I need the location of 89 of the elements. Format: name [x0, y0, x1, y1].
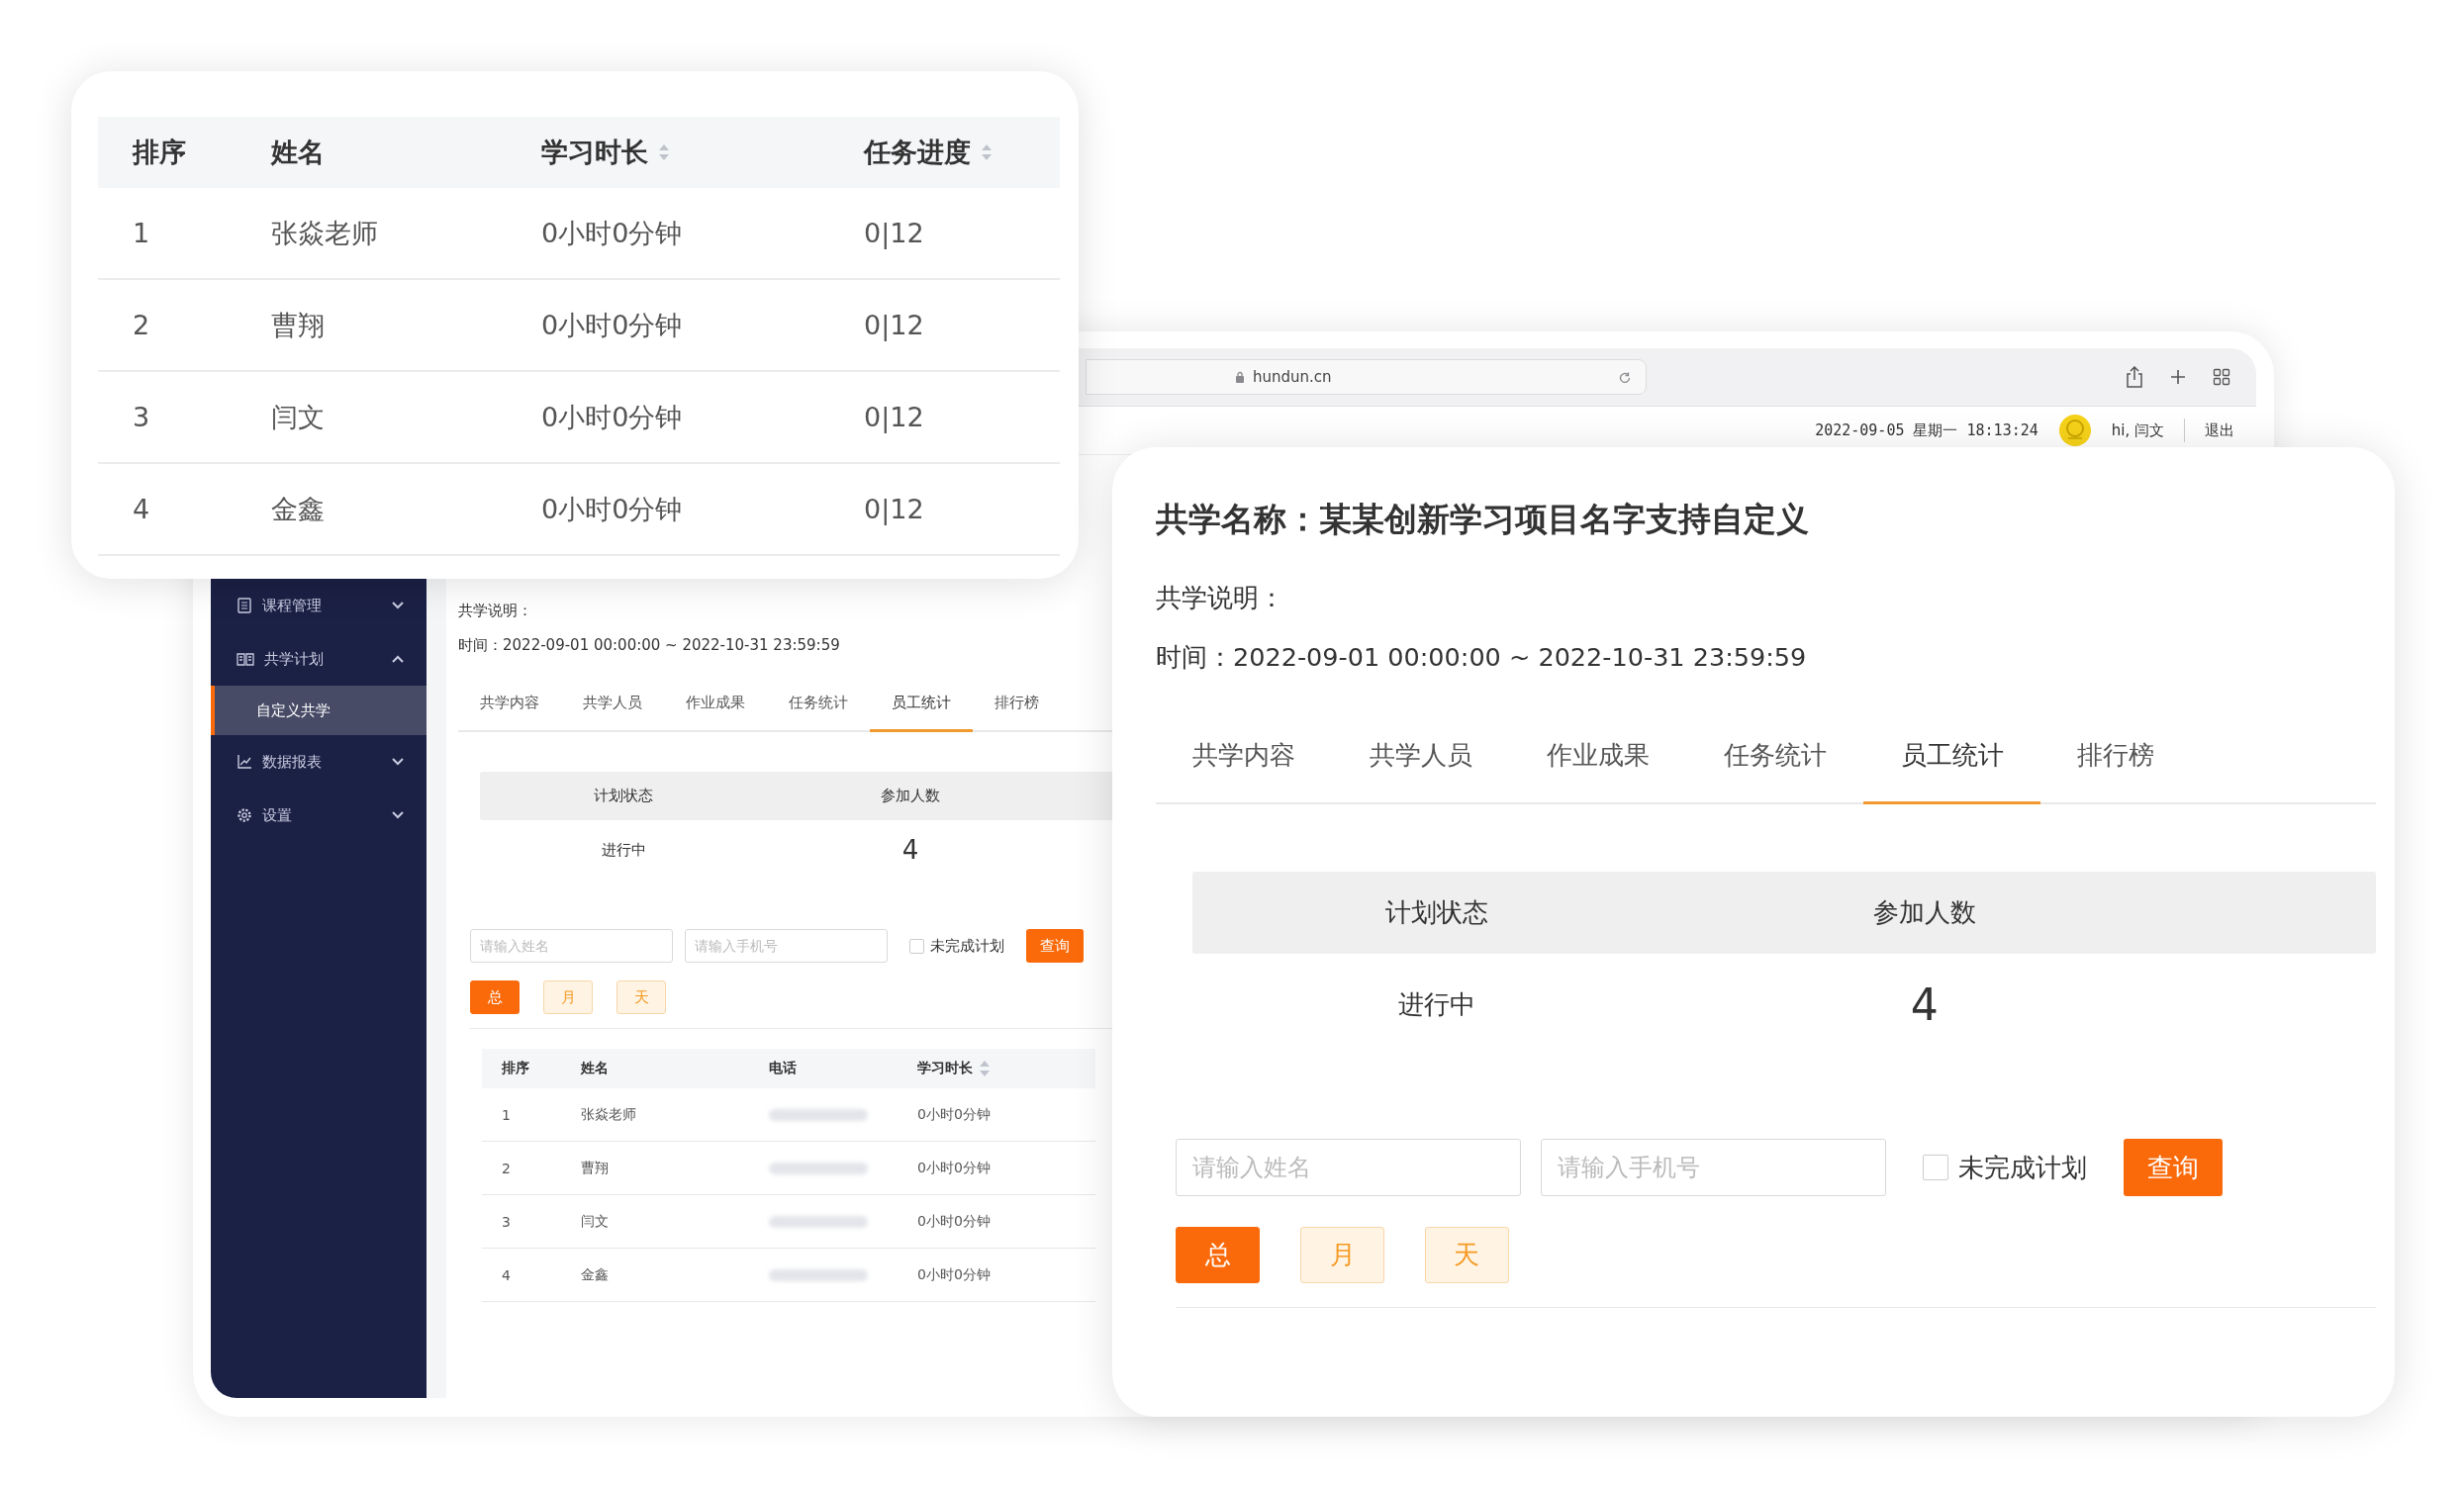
book-icon	[237, 652, 254, 666]
checkbox-label: 未完成计划	[1957, 1151, 2087, 1184]
sidebar-item[interactable]: 设置	[211, 789, 426, 842]
tabs-grid-icon	[2213, 368, 2230, 386]
column-header: 排序	[133, 136, 186, 169]
tab[interactable]: 排行榜	[973, 677, 1061, 732]
table-cell: 2	[133, 310, 150, 340]
table-cell-text: 金鑫	[271, 492, 325, 526]
table-cell-text: 0小时0分钟	[541, 400, 683, 434]
table-cell: 0|12	[864, 494, 924, 524]
table-cell: 0小时0分钟	[917, 1212, 991, 1231]
plan-title: 共学名称：某某创新学习项目名字支持自定义	[1156, 499, 1810, 540]
settings-icon	[237, 807, 252, 823]
share-icon	[2126, 366, 2143, 388]
table-cell: 3	[502, 1213, 511, 1230]
document-icon	[237, 598, 252, 613]
table-cell: 张焱老师	[581, 1105, 636, 1124]
column-header: 任务进度	[864, 136, 971, 169]
avatar-icon	[2057, 414, 2092, 447]
user-greeting: hi, 闫文	[2111, 420, 2164, 440]
table-cell-text: 曹翔	[271, 308, 325, 342]
plus-icon	[2169, 368, 2187, 386]
table-cell-text: 0小时0分钟	[541, 308, 683, 342]
checkbox-label: 未完成计划	[930, 936, 1004, 956]
name-input-field[interactable]: 请输入姓名	[1176, 1139, 1521, 1197]
tab[interactable]: 共学人员	[1332, 709, 1510, 804]
column-header: 学习时长	[541, 136, 648, 169]
date-time: 2022-09-05 星期一 18:13:24	[1815, 420, 2038, 440]
table-cell: 0|12	[864, 402, 924, 432]
table-cell: 0|12	[864, 310, 924, 340]
column-header: 姓名	[581, 1060, 609, 1077]
time-range: 时间：2022-09-01 00:00:00 ~ 2022-10-31 23:59:59	[458, 635, 840, 656]
table-cell: 4	[133, 494, 150, 524]
sidebar-item[interactable]: 数据报表	[211, 735, 426, 789]
reload-icon	[1618, 371, 1632, 385]
url-text: hundun.cn	[1253, 368, 1332, 386]
time-range: 时间：2022-09-01 00:00:00 ~ 2022-10-31 23:59:59	[1156, 640, 1807, 674]
table-cell-text: 0小时0分钟	[541, 492, 683, 526]
column-header: 计划状态	[1383, 896, 1489, 930]
phone-input-field[interactable]: 请输入手机号	[685, 929, 888, 963]
table-cell-text: 4	[1909, 978, 1940, 1030]
table-cell: 4	[502, 1266, 511, 1283]
table-cell: 金鑫	[581, 1265, 609, 1284]
table-cell-text: 0小时0分钟	[541, 216, 683, 250]
column-header: 姓名	[271, 136, 325, 169]
tab[interactable]: 任务统计	[1686, 709, 1864, 804]
tab[interactable]: 共学内容	[458, 677, 561, 732]
column-header: 参加人数	[880, 787, 941, 805]
tab[interactable]: 排行榜	[2039, 709, 2192, 804]
tab[interactable]: 员工统计	[1863, 709, 2040, 804]
checkbox[interactable]	[1923, 1155, 1948, 1180]
sidebar-item[interactable]: 课程管理	[211, 579, 426, 632]
table-cell: 0|12	[864, 218, 924, 248]
logout-link[interactable]: 退出	[2205, 420, 2234, 440]
table-cell-text: 4	[900, 835, 920, 865]
table-cell-text: 闫文	[271, 400, 325, 434]
tab[interactable]: 员工统计	[870, 677, 973, 732]
column-header: 学习时长	[917, 1060, 973, 1077]
phone-input-field[interactable]: 请输入手机号	[1541, 1139, 1886, 1197]
table-cell-text: 张焱老师	[271, 216, 378, 250]
tab[interactable]: 作业成果	[664, 677, 767, 732]
table-cell-text: 进行中	[600, 840, 647, 860]
table-cell: 0小时0分钟	[917, 1159, 991, 1177]
address-bar[interactable]: hundun.cn	[1086, 359, 1647, 395]
lock-icon	[1235, 370, 1245, 384]
column-header: 计划状态	[593, 787, 654, 805]
tab[interactable]: 共学人员	[561, 677, 664, 732]
column-header: 电话	[769, 1060, 797, 1077]
table-cell: 0小时0分钟	[917, 1105, 991, 1124]
tab[interactable]: 任务统计	[767, 677, 870, 732]
sidebar-subitem[interactable]: 自定义共学	[211, 686, 426, 735]
chart-icon	[237, 754, 252, 770]
table-cell: 2	[502, 1160, 511, 1176]
name-input-field[interactable]: 请输入姓名	[470, 929, 673, 963]
column-header: 排序	[502, 1060, 529, 1077]
column-header: 参加人数	[1871, 896, 1977, 930]
table-cell: 曹翔	[581, 1159, 609, 1177]
table-cell: 0小时0分钟	[917, 1265, 991, 1284]
table-cell: 3	[133, 402, 150, 432]
table-cell: 闫文	[581, 1212, 609, 1231]
tab[interactable]: 共学内容	[1156, 709, 1333, 804]
checkbox[interactable]	[909, 938, 924, 954]
tab[interactable]: 作业成果	[1509, 709, 1687, 804]
description-label: 共学说明：	[458, 601, 532, 621]
description-label: 共学说明：	[1156, 582, 1284, 614]
table-cell: 1	[133, 218, 150, 248]
table-cell: 1	[502, 1106, 511, 1123]
table-cell-text: 进行中	[1396, 987, 1476, 1021]
sidebar-item[interactable]: 共学计划	[211, 632, 426, 686]
